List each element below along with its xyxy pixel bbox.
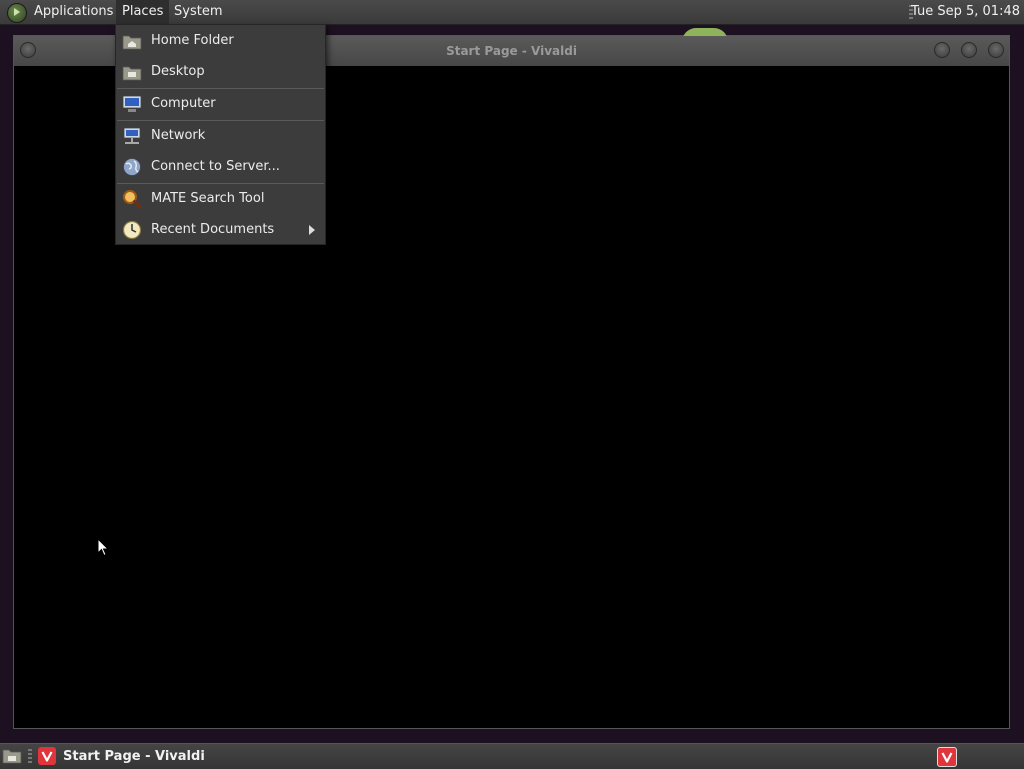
menu-item-label: Connect to Server... xyxy=(151,159,280,174)
search-icon xyxy=(122,189,142,209)
menu-item-mate-search-tool[interactable]: MATE Search Tool xyxy=(116,184,325,214)
close-button[interactable] xyxy=(988,42,1004,58)
menu-item-connect-to-server[interactable]: Connect to Server... xyxy=(116,152,325,182)
vivaldi-tray-icon[interactable] xyxy=(937,747,957,767)
bottom-panel: Start Page - Vivaldi xyxy=(0,743,1024,769)
system-menu[interactable]: System xyxy=(168,0,228,24)
show-desktop-icon[interactable] xyxy=(2,748,22,764)
clock-icon xyxy=(122,220,142,240)
menu-item-home-folder[interactable]: Home Folder xyxy=(116,26,325,56)
maximize-button[interactable] xyxy=(961,42,977,58)
menu-item-desktop[interactable]: Desktop xyxy=(116,57,325,87)
taskbar-item-label: Start Page - Vivaldi xyxy=(63,749,205,764)
taskbar-item-vivaldi[interactable]: Start Page - Vivaldi xyxy=(36,744,296,769)
desktop-folder-icon xyxy=(122,62,142,82)
menu-item-network[interactable]: Network xyxy=(116,121,325,151)
places-menu-button[interactable]: Places xyxy=(116,0,170,24)
taskbar-handle[interactable] xyxy=(28,749,32,763)
home-folder-icon xyxy=(122,31,142,51)
minimize-button[interactable] xyxy=(934,42,950,58)
menu-item-recent-documents[interactable]: Recent Documents xyxy=(116,215,325,245)
computer-icon xyxy=(122,94,142,114)
mouse-pointer-icon xyxy=(97,537,110,561)
top-panel: Applications Places System Tue Sep 5, 01… xyxy=(0,0,1024,25)
vivaldi-icon xyxy=(38,747,56,765)
clock[interactable]: Tue Sep 5, 01:48 xyxy=(911,0,1020,24)
submenu-arrow-icon xyxy=(309,225,315,235)
menu-item-label: Home Folder xyxy=(151,33,234,48)
applications-menu[interactable]: Applications xyxy=(28,0,119,24)
places-dropdown: Home Folder Desktop Computer Network Con… xyxy=(115,24,326,245)
menu-item-label: Recent Documents xyxy=(151,222,275,237)
menu-item-label: Desktop xyxy=(151,64,205,79)
menu-item-label: MATE Search Tool xyxy=(151,191,265,206)
menu-item-label: Network xyxy=(151,128,206,143)
globe-icon xyxy=(122,157,142,177)
menu-item-computer[interactable]: Computer xyxy=(116,89,325,119)
menu-item-label: Computer xyxy=(151,96,216,111)
mate-logo-icon[interactable] xyxy=(7,3,27,23)
network-icon xyxy=(122,126,142,146)
